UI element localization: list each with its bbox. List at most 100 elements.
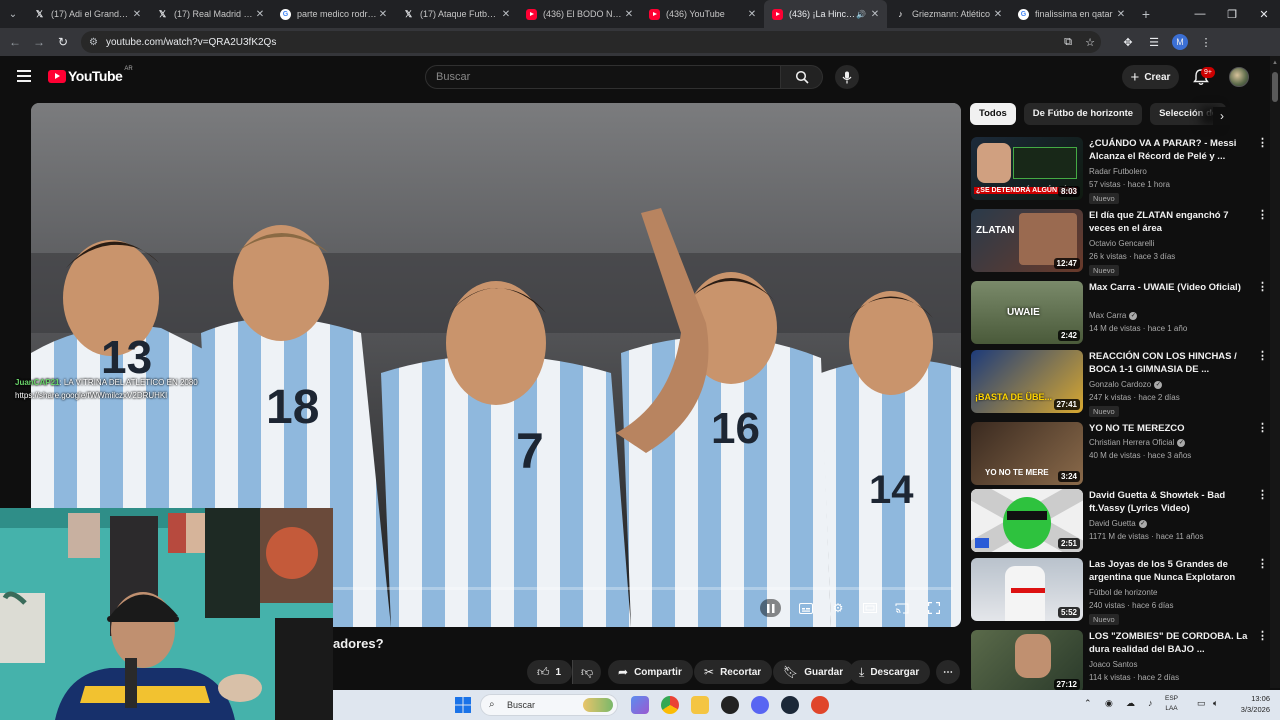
chevron-right-icon[interactable]: › — [1213, 107, 1231, 125]
restore-icon[interactable]: ❐ — [1216, 0, 1248, 28]
video-title[interactable]: YO NO TE MEREZCO — [1089, 422, 1257, 435]
channel-name[interactable]: Gonzalo Cardozo ✓ — [1089, 380, 1163, 389]
recommended-video[interactable]: ¡BASTA DE ÜBE... 27:41 REACCIÓN CON LOS … — [971, 350, 1268, 417]
close-tab-icon[interactable]: ✕ — [992, 9, 1004, 20]
browser-tab[interactable]: ♪ Griezmann: Atlético ✕ — [887, 0, 1010, 28]
page-scrollbar[interactable]: ▲ — [1270, 56, 1280, 688]
recommended-video[interactable]: ZLATAN 12:47 El día que ZLATAN enganchó … — [971, 209, 1268, 276]
video-thumbnail[interactable]: 2:51 — [971, 489, 1083, 552]
browser-tab[interactable]: (436) El BODO No De ✕ — [518, 0, 641, 28]
channel-name[interactable]: Joaco Santos — [1089, 660, 1137, 669]
cast-button[interactable] — [891, 600, 913, 616]
tray-overflow-icon[interactable]: ⌃ — [1084, 698, 1092, 709]
chip-todos[interactable]: Todos — [970, 103, 1016, 125]
close-tab-icon[interactable]: ✕ — [377, 9, 389, 20]
scrollbar-thumb[interactable] — [1272, 72, 1278, 102]
close-tab-icon[interactable]: ✕ — [746, 9, 758, 20]
channel-name[interactable]: Fútbol de horizonte — [1089, 588, 1158, 597]
task-view-icon[interactable] — [631, 696, 649, 714]
tray-display-icon[interactable]: ▭ — [1197, 698, 1206, 709]
video-title[interactable]: Las Joyas de los 5 Grandes de argentina … — [1089, 558, 1257, 584]
video-title[interactable]: LOS "ZOMBIES" DE CORDOBA. La dura realid… — [1089, 630, 1257, 656]
menu-icon[interactable] — [17, 70, 31, 82]
install-app-icon[interactable]: ⧉ — [1057, 36, 1079, 49]
reload-icon[interactable]: ↻ — [51, 35, 75, 49]
browser-tab[interactable]: 𝕏 (17) Real Madrid C.F. ✕ — [149, 0, 272, 28]
speaker-icon[interactable]: 🔊 — [856, 10, 866, 19]
video-progress-bar[interactable] — [333, 587, 953, 590]
chrome-icon[interactable] — [661, 696, 679, 714]
close-tab-icon[interactable]: ✕ — [623, 9, 635, 20]
channel-name[interactable]: David Guetta ✓ — [1089, 519, 1147, 528]
video-title[interactable]: Max Carra - UWAIE (Video Oficial) — [1089, 281, 1257, 294]
youtube-logo[interactable]: YouTube AR — [48, 66, 133, 84]
steam-icon[interactable] — [781, 696, 799, 714]
taskbar-clock[interactable]: 13:06 3/3/2026 — [1228, 693, 1270, 715]
recommended-video[interactable]: 5:52 Las Joyas de los 5 Grandes de argen… — [971, 558, 1268, 625]
tab-search-button[interactable]: ⌄ — [0, 0, 26, 28]
more-vertical-icon[interactable]: ⋮ — [1257, 281, 1268, 294]
recommended-video[interactable]: ¿SE DETENDRÁ ALGÚN DÍA? 8:03 ¿CUÁNDO VA … — [971, 137, 1268, 204]
tray-network-icon[interactable]: ☁ — [1126, 698, 1135, 709]
forward-icon[interactable]: → — [27, 35, 51, 49]
tray-mic-icon[interactable]: ♪ — [1148, 698, 1153, 708]
browser-tab[interactable]: 𝕏 (17) Ataque Futbolero ✕ — [395, 0, 518, 28]
recommended-video[interactable]: 27:12 LOS "ZOMBIES" DE CORDOBA. La dura … — [971, 630, 1268, 696]
close-window-icon[interactable]: ✕ — [1248, 0, 1280, 28]
url-text[interactable]: youtube.com/watch?v=QRA2U3fK2Qs — [106, 37, 1057, 48]
more-vertical-icon[interactable]: ⋮ — [1257, 489, 1268, 502]
clip-button[interactable]: ✂ Recortar — [694, 660, 773, 684]
app-icon[interactable] — [721, 696, 739, 714]
browser-tab[interactable]: 𝕏(17) Adi el Grande en X✕ — [26, 0, 149, 28]
video-thumbnail[interactable]: 27:12 — [971, 630, 1083, 693]
more-vertical-icon[interactable]: ⋮ — [1257, 350, 1268, 363]
bookmark-star-icon[interactable]: ☆ — [1079, 36, 1101, 49]
omnibox[interactable]: ⚙ youtube.com/watch?v=QRA2U3fK2Qs ⧉ ☆ — [81, 31, 1101, 53]
video-title[interactable]: REACCIÓN CON LOS HINCHAS / BOCA 1-1 GIMN… — [1089, 350, 1257, 376]
windows-start-icon[interactable] — [454, 696, 472, 714]
search-input[interactable]: Buscar — [425, 65, 781, 89]
input-language-indicator[interactable]: ESP LAA — [1165, 694, 1178, 714]
extensions-icon[interactable]: ✥ — [1115, 36, 1141, 49]
download-button[interactable]: ⤓ Descargar — [849, 660, 931, 684]
account-avatar[interactable] — [1229, 67, 1249, 87]
channel-name[interactable]: Max Carra ✓ — [1089, 311, 1138, 320]
more-vertical-icon[interactable]: ⋮ — [1257, 422, 1268, 435]
subtitles-button[interactable] — [795, 600, 817, 616]
pause-button[interactable] — [760, 600, 782, 616]
back-icon[interactable]: ← — [3, 35, 27, 49]
new-tab-button[interactable]: + — [1133, 6, 1159, 22]
search-button[interactable] — [781, 65, 823, 89]
video-thumbnail[interactable]: YO NO TE MERE 3:24 — [971, 422, 1083, 485]
browser-menu-icon[interactable]: ⋮ — [1193, 36, 1219, 49]
channel-name[interactable]: Christian Herrera Oficial ✓ — [1089, 438, 1186, 447]
tray-volume-icon[interactable]: 🔈︎ — [1213, 698, 1218, 709]
video-title[interactable]: El día que ZLATAN enganchó 7 veces en el… — [1089, 209, 1257, 235]
settings-button[interactable]: ⚙ — [827, 600, 849, 616]
more-vertical-icon[interactable]: ⋮ — [1257, 558, 1268, 571]
more-actions-button[interactable]: ⋯ — [936, 660, 960, 684]
minimize-icon[interactable]: — — [1184, 0, 1216, 28]
file-explorer-icon[interactable] — [691, 696, 709, 714]
more-vertical-icon[interactable]: ⋮ — [1257, 630, 1268, 643]
profile-avatar[interactable]: M — [1172, 34, 1188, 50]
chip-de-futbo-de-horizonte[interactable]: De Fútbo de horizonte — [1023, 103, 1143, 125]
close-tab-icon[interactable]: ✕ — [500, 9, 512, 20]
site-info-icon[interactable]: ⚙ — [89, 37, 98, 48]
more-vertical-icon[interactable]: ⋮ — [1257, 209, 1268, 222]
video-title[interactable]: David Guetta & Showtek - Bad ft.Vassy (L… — [1089, 489, 1257, 515]
browser-tab[interactable]: Gparte medico rodrygo ✕ — [272, 0, 395, 28]
video-thumbnail[interactable]: 5:52 — [971, 558, 1083, 621]
like-button[interactable]: 👍︎ 1 — [527, 660, 573, 684]
video-thumbnail[interactable]: ¡BASTA DE ÜBE... 27:41 — [971, 350, 1083, 413]
theater-mode-button[interactable] — [859, 600, 881, 616]
voice-search-button[interactable] — [835, 65, 859, 89]
recommended-video[interactable]: YO NO TE MERE 3:24 YO NO TE MEREZCO Chri… — [971, 422, 1268, 488]
share-button[interactable]: ➦ Compartir — [608, 660, 693, 684]
close-tab-icon[interactable]: ✕ — [254, 9, 266, 20]
more-vertical-icon[interactable]: ⋮ — [1257, 137, 1268, 150]
browser-tab[interactable]: Gfinalissima en qatar ✕ — [1010, 0, 1133, 28]
channel-name[interactable]: Octavio Gencarelli — [1089, 239, 1154, 248]
channel-name[interactable]: Radar Futbolero — [1089, 167, 1147, 176]
dislike-button[interactable]: 👎︎ — [572, 660, 602, 684]
